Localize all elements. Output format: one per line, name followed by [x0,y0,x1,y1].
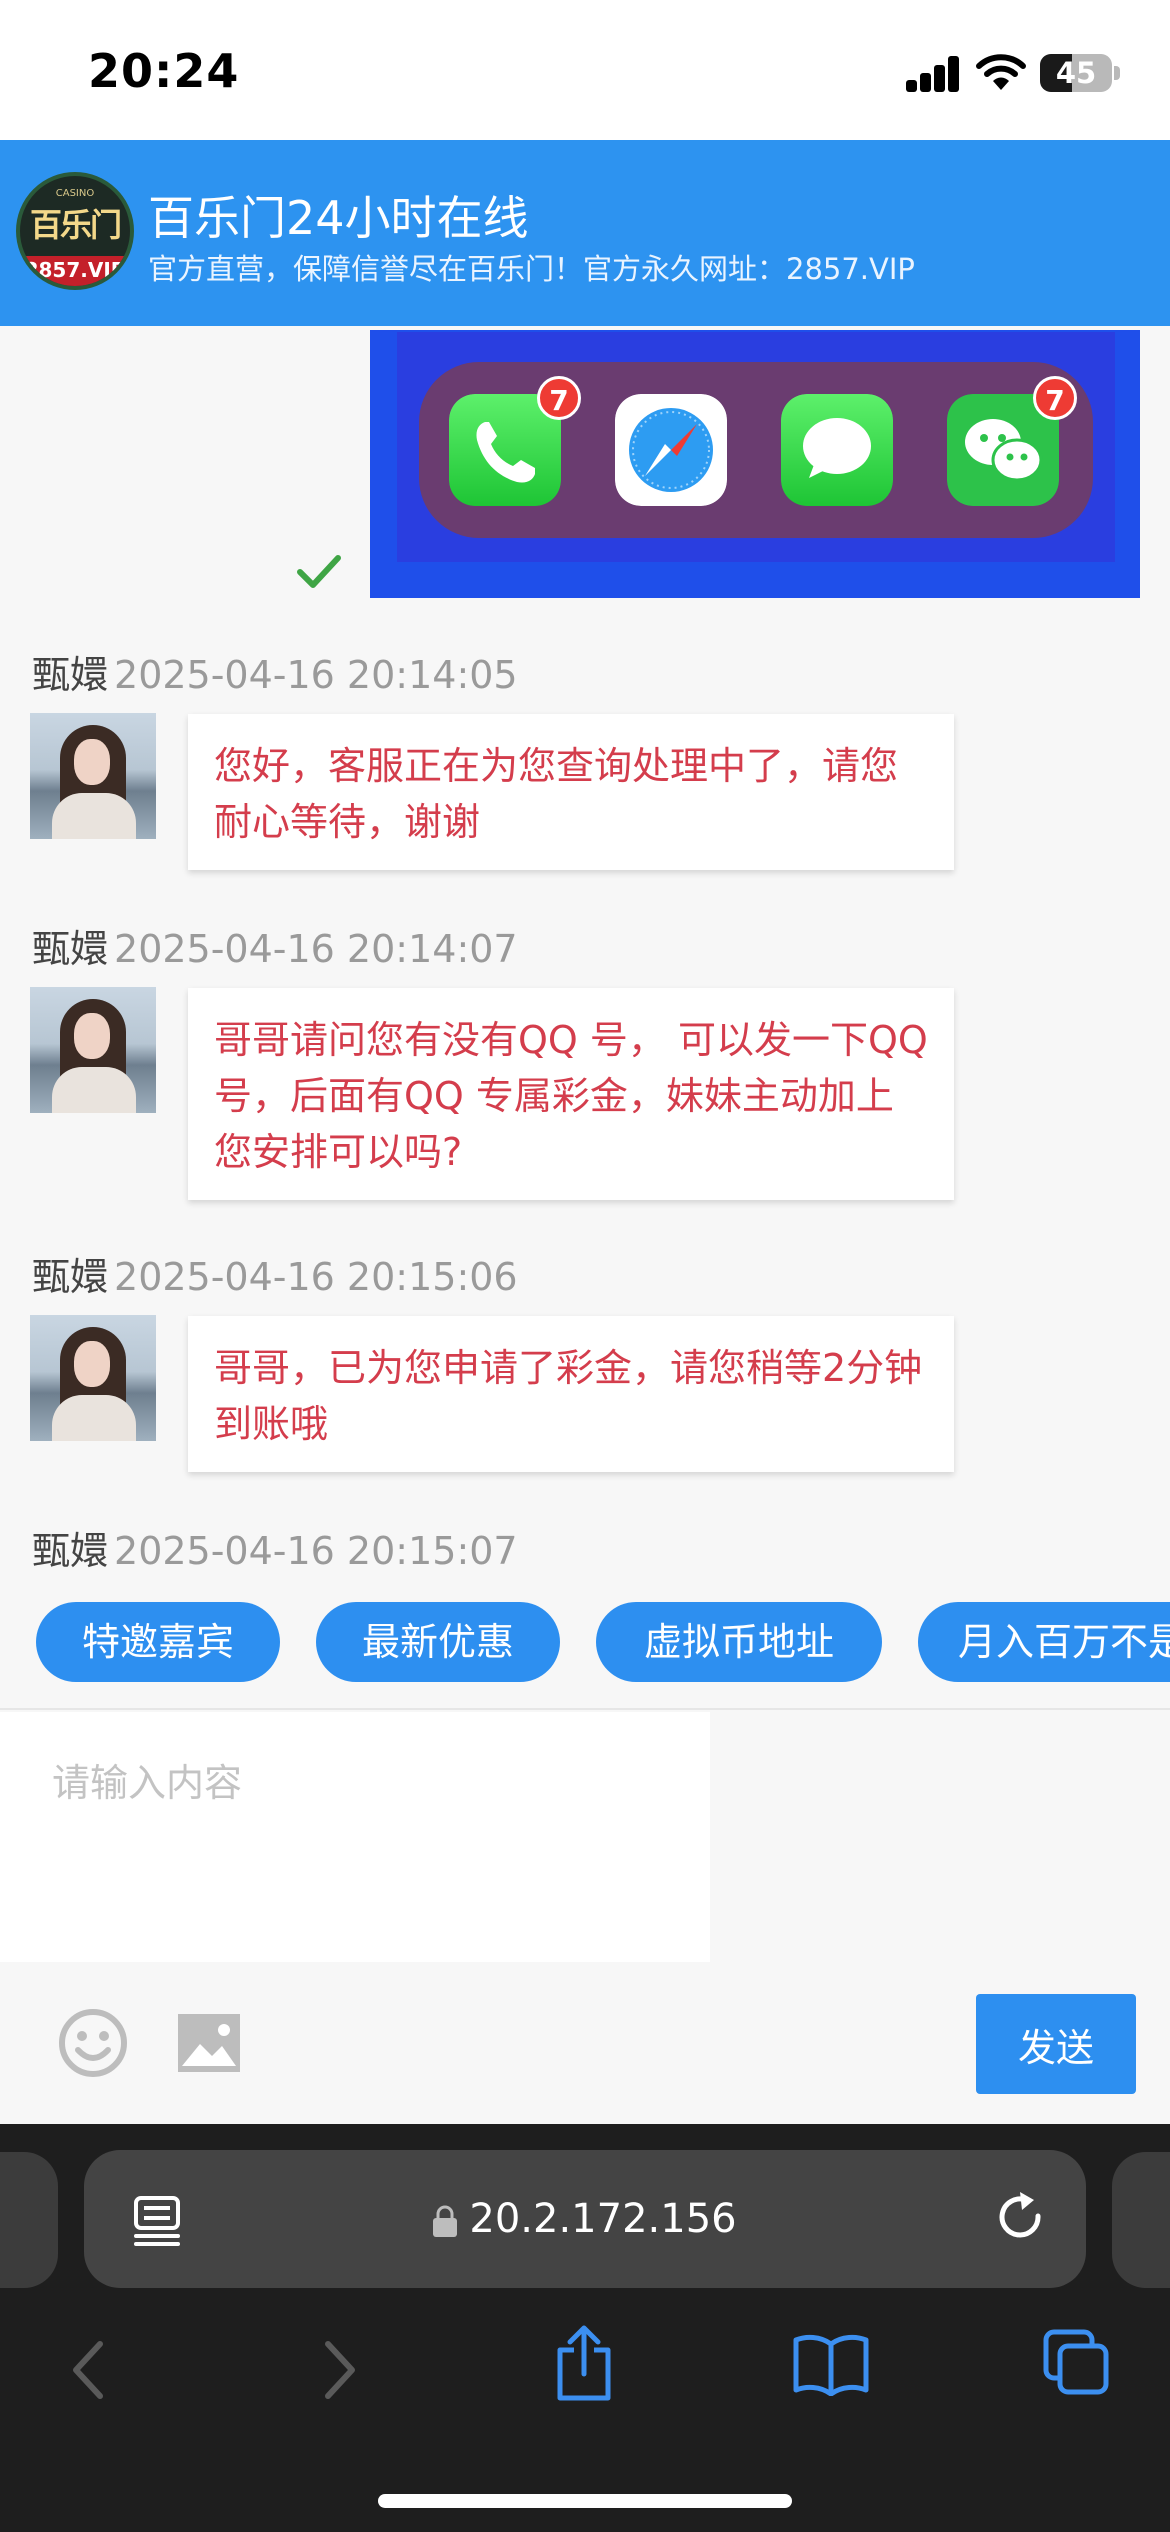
cellular-signal-icon [906,56,960,92]
chat-messages[interactable]: 7 7 甄嬛 2025-04-16 20:14:05 您好，客服正在为您查询处理… [0,326,1170,1578]
back-icon[interactable] [68,2338,108,2402]
message-sender: 甄嬛 2025-04-16 20:14:05 [32,653,518,697]
message-time: 2025-04-16 20:14:07 [114,927,518,971]
tabs-icon[interactable] [1042,2328,1112,2398]
dock: 7 7 [419,362,1093,538]
previous-tab[interactable] [0,2152,58,2288]
address-bar[interactable]: 20.2.172.156 [84,2150,1086,2288]
lock-icon [433,2205,458,2237]
bookmarks-icon[interactable] [792,2334,870,2396]
emoji-icon[interactable] [58,2008,128,2078]
casino-logo: CASINO 百乐门 2857.VIP [16,172,134,290]
header-title: 百乐门24小时在线 [148,191,529,245]
status-bar: 20:24 45 [0,0,1170,140]
quick-replies: 特邀嘉宾 最新优惠 虚拟币地址 月入百万不是梦 [0,1578,1170,1708]
wifi-icon [976,54,1026,90]
message-bubble: 哥哥，已为您申请了彩金，请您稍等2分钟到账哦 [188,1316,954,1472]
message-time: 2025-04-16 20:15:07 [114,1529,518,1573]
safari-icon [615,394,727,506]
quick-reply-million[interactable]: 月入百万不是梦 [918,1602,1170,1682]
agent-avatar[interactable] [30,713,156,839]
composer: 发送 [0,1708,1170,2124]
quick-reply-special-guest[interactable]: 特邀嘉宾 [36,1602,280,1682]
reload-icon[interactable] [994,2190,1050,2248]
browser-chrome: 20.2.172.156 [0,2124,1170,2532]
battery-cap [1114,66,1120,80]
forward-icon[interactable] [320,2338,360,2402]
message-sender: 甄嬛 2025-04-16 20:14:07 [32,927,518,971]
message-time: 2025-04-16 20:15:06 [114,1255,518,1299]
messages-icon [781,394,893,506]
image-icon[interactable] [178,2014,240,2072]
sent-image-message[interactable]: 7 7 [370,330,1140,598]
clock: 20:24 [88,44,240,98]
url-text[interactable]: 20.2.172.156 [84,2150,1086,2288]
message-time: 2025-04-16 20:14:05 [114,653,518,697]
battery-icon: 45 [1040,54,1112,92]
wechat-badge: 7 [1033,376,1077,420]
quick-reply-crypto-address[interactable]: 虚拟币地址 [596,1602,882,1682]
message-bubble: 哥哥请问您有没有QQ 号， 可以发一下QQ 号，后面有QQ 专属彩金，妹妹主动加… [188,988,954,1200]
share-icon[interactable] [552,2324,616,2402]
agent-avatar[interactable] [30,987,156,1113]
send-button[interactable]: 发送 [976,1994,1136,2094]
chat-header: CASINO 百乐门 2857.VIP 百乐门24小时在线 官方直营，保障信誉尽… [0,140,1170,326]
dock-screenshot: 7 7 [397,332,1115,562]
message-input[interactable] [0,1712,710,1962]
home-indicator [378,2494,792,2508]
message-sender: 甄嬛 2025-04-16 20:15:06 [32,1255,518,1299]
phone-badge: 7 [537,376,581,420]
agent-avatar[interactable] [30,1315,156,1441]
battery-level: 45 [1055,56,1097,90]
sent-check-icon [297,555,341,588]
header-subtitle: 官方直营，保障信誉尽在百乐门！官方永久网址：2857.VIP [148,252,915,286]
quick-reply-latest-offers[interactable]: 最新优惠 [316,1602,560,1682]
message-bubble: 您好，客服正在为您查询处理中了，请您耐心等待，谢谢 [188,714,954,870]
message-sender: 甄嬛 2025-04-16 20:15:07 [32,1529,518,1573]
next-tab[interactable] [1112,2152,1170,2288]
